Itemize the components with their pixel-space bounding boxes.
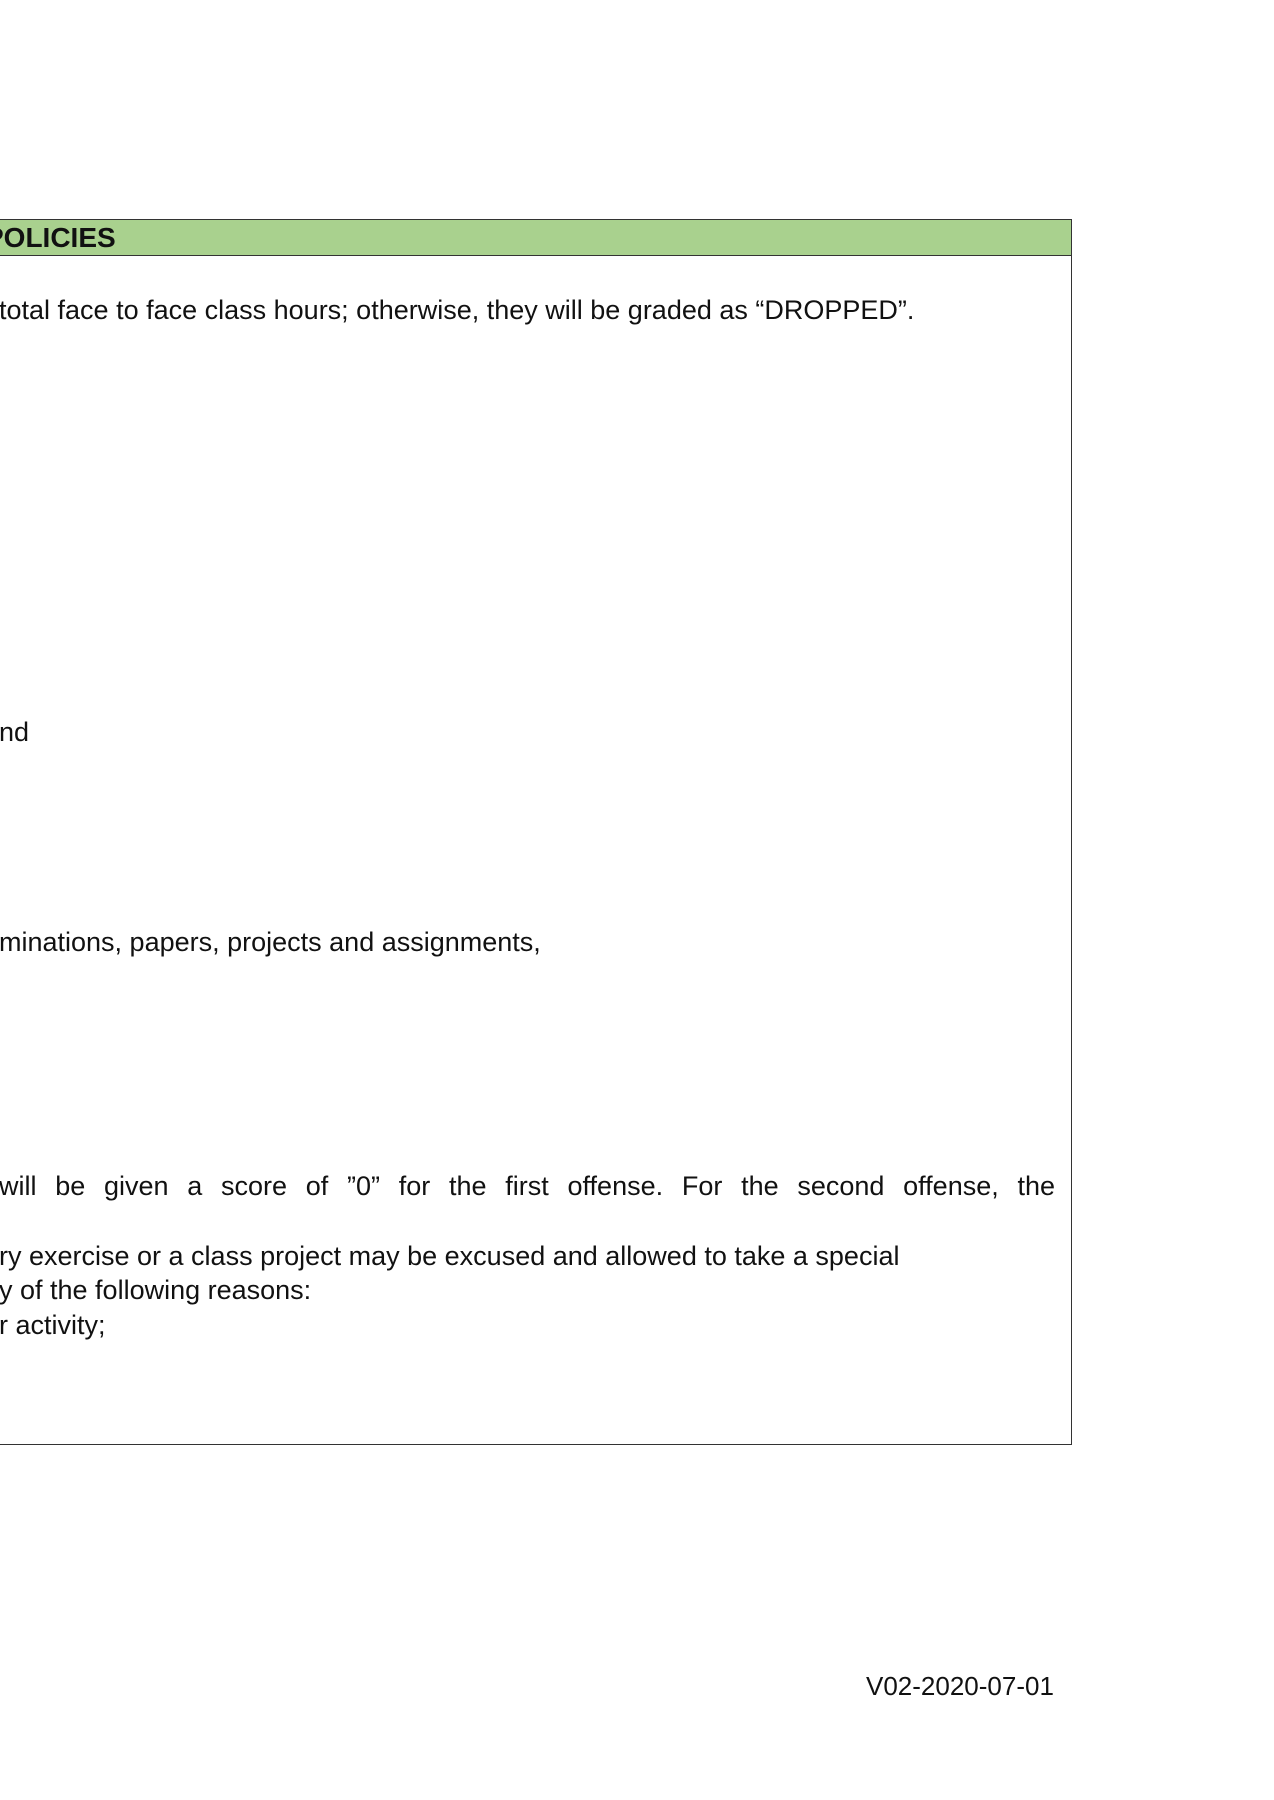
policies-title: POLICIES (0, 222, 116, 253)
excused-policy-text-line-3: r activity; (0, 1310, 106, 1340)
cheating-policy-text: will be given a score of ”0” for the fir… (0, 1171, 1055, 1201)
attendance-policy-text: total face to face class hours; otherwis… (0, 295, 915, 325)
policy-text-fragment: nd (0, 717, 30, 747)
excused-policy-text-line-2: y of the following reasons: (0, 1275, 312, 1305)
document-version: V02-2020-07-01 (866, 1671, 1054, 1701)
policies-section: POLICIES total face to face class hours;… (0, 219, 1072, 1445)
policies-header: POLICIES (0, 220, 1071, 256)
document-page: POLICIES total face to face class hours;… (0, 0, 1274, 1800)
examinations-policy-text: minations, papers, projects and assignme… (0, 927, 541, 957)
excused-policy-text-line-1: ry exercise or a class project may be ex… (0, 1241, 900, 1271)
